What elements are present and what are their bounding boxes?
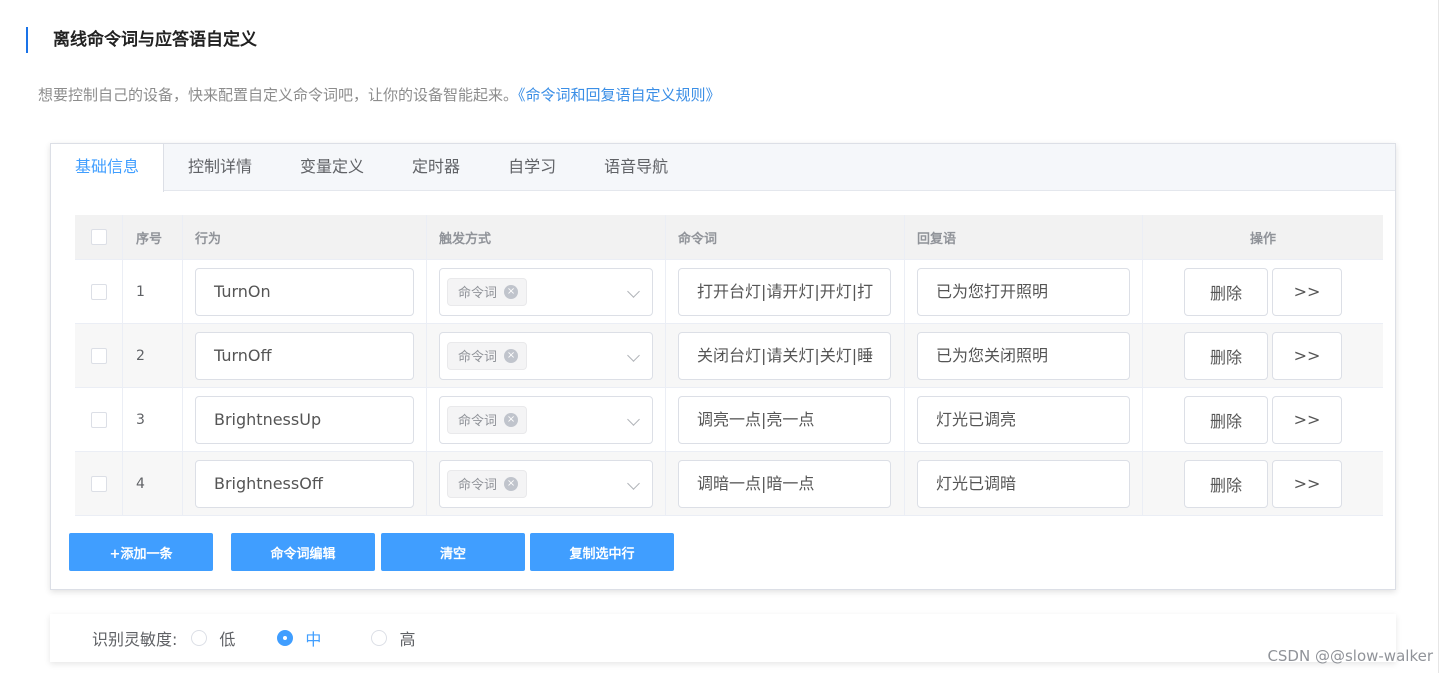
delete-button[interactable]: 删除 [1184, 395, 1268, 444]
row-checkbox[interactable] [90, 283, 107, 300]
row-checkbox[interactable] [90, 475, 107, 492]
delete-button[interactable]: 删除 [1184, 331, 1268, 380]
tab-self-learning[interactable]: 自学习 [484, 144, 580, 191]
command-input[interactable]: 关闭台灯|请关灯|关灯|睡 [678, 331, 891, 380]
radio-circle-icon [191, 630, 208, 646]
rules-link[interactable]: 《命令词和回复语自定义规则》 [518, 86, 721, 104]
action-input[interactable]: BrightnessOff [195, 459, 414, 508]
sensitivity-high-radio[interactable]: 高 [371, 626, 415, 650]
trigger-select[interactable]: 命令词 × [439, 459, 653, 508]
tab-bar: 基础信息 控制详情 变量定义 定时器 自学习 语音导航 [51, 144, 1395, 192]
table-row: 2 TurnOff 命令词 × 关闭台灯|请关灯|关灯|睡 已为您关闭照明 删除 … [75, 323, 1383, 387]
trigger-tag-label: 命令词 [458, 286, 498, 301]
column-header-operations: 操作 [1249, 231, 1276, 247]
clear-button[interactable]: 清空 [381, 533, 525, 571]
column-header-trigger: 触发方式 [427, 215, 666, 259]
sensitivity-low-radio[interactable]: 低 [191, 626, 235, 650]
radio-checked-icon [277, 630, 294, 646]
radio-label: 低 [219, 630, 236, 649]
reply-input[interactable]: 灯光已调暗 [917, 459, 1130, 508]
table-row: 3 BrightnessUp 命令词 × 调亮一点|亮一点 灯光已调亮 删除 >> [75, 387, 1383, 451]
row-checkbox[interactable] [90, 411, 107, 428]
radio-label: 高 [399, 630, 416, 649]
table-row: 1 TurnOn 命令词 × 打开台灯|请开灯|开灯|打 已为您打开照明 删除 >… [75, 259, 1383, 323]
trigger-tag-label: 命令词 [458, 478, 498, 493]
radio-label: 中 [305, 630, 322, 649]
command-input[interactable]: 调亮一点|亮一点 [678, 395, 891, 444]
sensitivity-label: 识别灵敏度: [92, 630, 178, 649]
tab-basic-info[interactable]: 基础信息 [51, 144, 165, 192]
row-number: 1 [123, 260, 183, 323]
tag-close-icon[interactable]: × [504, 412, 519, 427]
row-checkbox[interactable] [90, 347, 107, 364]
tag-close-icon[interactable]: × [504, 476, 519, 491]
tab-control-details[interactable]: 控制详情 [164, 144, 276, 191]
edit-commands-button[interactable]: 命令词编辑 [231, 533, 375, 571]
tab-timer[interactable]: 定时器 [388, 144, 484, 191]
trigger-select[interactable]: 命令词 × [439, 395, 653, 444]
delete-button[interactable]: 删除 [1184, 459, 1268, 508]
description-text: 想要控制自己的设备，快来配置自定义命令词吧，让你的设备智能起来。 [38, 86, 519, 104]
more-button[interactable]: >> [1272, 395, 1342, 444]
select-all-checkbox[interactable] [90, 229, 107, 245]
delete-button[interactable]: 删除 [1184, 267, 1268, 316]
chevron-down-icon [627, 476, 640, 490]
chevron-down-icon [627, 412, 640, 426]
column-header-command: 命令词 [666, 215, 905, 259]
tab-variable-definition[interactable]: 变量定义 [276, 144, 388, 191]
trigger-tag: 命令词 × [447, 277, 528, 306]
column-header-no: 序号 [123, 215, 183, 259]
more-button[interactable]: >> [1272, 267, 1342, 316]
command-input[interactable]: 调暗一点|暗一点 [678, 459, 891, 508]
tag-close-icon[interactable]: × [504, 284, 519, 299]
action-input[interactable]: TurnOff [195, 331, 414, 380]
radio-circle-icon [371, 630, 388, 646]
config-card: 基础信息 控制详情 变量定义 定时器 自学习 语音导航 序号 行为 触发方式 命… [50, 143, 1396, 590]
row-number: 4 [123, 452, 183, 515]
page-title: 离线命令词与应答语自定义 [53, 30, 257, 50]
table-header-row: 序号 行为 触发方式 命令词 回复语 操作 [75, 215, 1383, 259]
trigger-select[interactable]: 命令词 × [439, 267, 653, 316]
action-input[interactable]: BrightnessUp [195, 395, 414, 444]
trigger-select[interactable]: 命令词 × [439, 331, 653, 380]
more-button[interactable]: >> [1272, 459, 1342, 508]
action-bar: +添加一条 命令词编辑 清空 复制选中行 [69, 533, 674, 571]
action-input[interactable]: TurnOn [195, 267, 414, 316]
trigger-tag: 命令词 × [447, 405, 528, 434]
add-row-button[interactable]: +添加一条 [69, 533, 213, 571]
trigger-tag: 命令词 × [447, 469, 528, 498]
tab-voice-navigation[interactable]: 语音导航 [580, 144, 692, 191]
sensitivity-medium-radio[interactable]: 中 [277, 626, 321, 650]
column-header-reply: 回复语 [905, 215, 1143, 259]
trigger-tag: 命令词 × [447, 341, 528, 370]
reply-input[interactable]: 灯光已调亮 [917, 395, 1130, 444]
command-table: 序号 行为 触发方式 命令词 回复语 操作 1 TurnOn 命令词 × 打开台灯… [75, 215, 1383, 516]
reply-input[interactable]: 已为您关闭照明 [917, 331, 1130, 380]
chevron-down-icon [627, 348, 640, 362]
row-number: 2 [123, 324, 183, 387]
sensitivity-panel: 识别灵敏度: 低 中 高 [50, 614, 1396, 662]
section-title-bar: 离线命令词与应答语自定义 [26, 27, 257, 53]
trigger-tag-label: 命令词 [458, 350, 498, 365]
chevron-down-icon [627, 284, 640, 298]
watermark: CSDN @@slow-walker [1267, 647, 1433, 665]
tag-close-icon[interactable]: × [504, 348, 519, 363]
command-input[interactable]: 打开台灯|请开灯|开灯|打 [678, 267, 891, 316]
more-button[interactable]: >> [1272, 331, 1342, 380]
page-description: 想要控制自己的设备，快来配置自定义命令词吧，让你的设备智能起来。《命令词和回复语… [38, 84, 721, 106]
row-number: 3 [123, 388, 183, 451]
trigger-tag-label: 命令词 [458, 414, 498, 429]
table-row: 4 BrightnessOff 命令词 × 调暗一点|暗一点 灯光已调暗 删除 >… [75, 451, 1383, 515]
column-header-action: 行为 [183, 215, 427, 259]
copy-selected-button[interactable]: 复制选中行 [530, 533, 674, 571]
page-right-divider [1438, 0, 1439, 673]
reply-input[interactable]: 已为您打开照明 [917, 267, 1130, 316]
